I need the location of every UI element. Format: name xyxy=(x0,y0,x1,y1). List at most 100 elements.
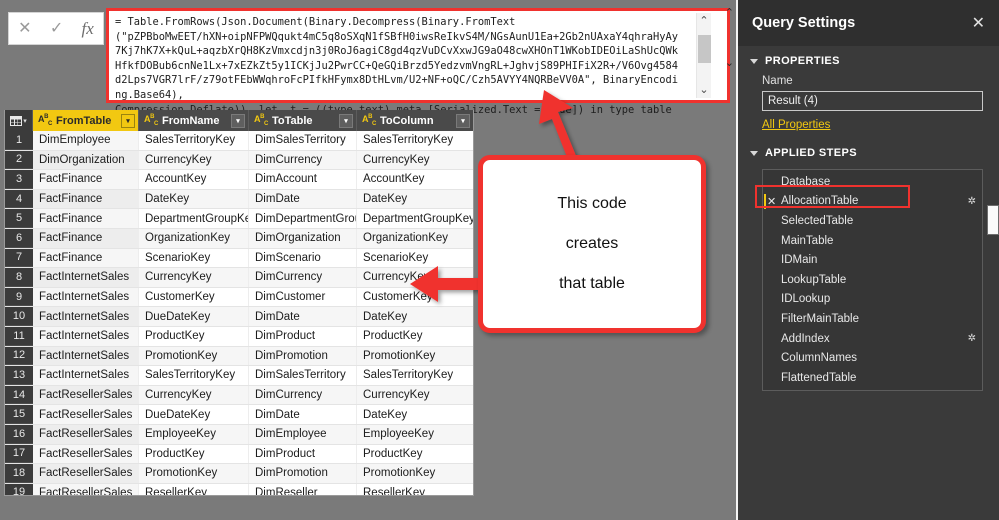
table-row[interactable]: 3 FactFinance AccountKey DimAccount AccountK… xyxy=(5,170,473,190)
row-number[interactable]: 15 xyxy=(5,405,33,424)
column-header-fromname[interactable]: ABC FromName ▾ xyxy=(139,110,249,131)
column-filter-button[interactable]: ▾ xyxy=(456,113,470,128)
cell-totable[interactable]: DimReseller xyxy=(249,483,357,495)
cell-fromtable[interactable]: FactResellerSales xyxy=(33,424,139,444)
table-row[interactable]: 9 FactInternetSales CustomerKey DimCustomer… xyxy=(5,287,473,308)
cell-totable[interactable]: DimDate xyxy=(249,405,357,424)
table-row[interactable]: 2 DimOrganization CurrencyKey DimCurrency Cu… xyxy=(5,150,473,171)
row-number[interactable]: 19 xyxy=(5,483,33,495)
applied-step-idlookup[interactable]: IDLookup xyxy=(763,290,982,310)
column-filter-button[interactable]: ▾ xyxy=(231,113,245,128)
table-row[interactable]: 19 FactResellerSales ResellerKey DimReselle… xyxy=(5,483,473,495)
scroll-up-icon[interactable]: ⌃ xyxy=(699,13,708,29)
column-header-fromtable[interactable]: ABC FromTable ▾ xyxy=(33,110,139,131)
row-number[interactable]: 7 xyxy=(5,248,33,268)
table-row[interactable]: 15 FactResellerSales DueDateKey DimDate Date… xyxy=(5,405,473,425)
cell-tocolumn[interactable]: PromotionKey xyxy=(357,464,473,483)
applied-step-idmain[interactable]: IDMain xyxy=(763,250,982,270)
cell-fromtable[interactable]: FactInternetSales xyxy=(33,287,139,307)
row-number[interactable]: 6 xyxy=(5,228,33,248)
cancel-icon[interactable]: ✕ xyxy=(18,20,31,37)
table-row[interactable]: 1 DimEmployee SalesTerritoryKey DimSalesTer… xyxy=(5,131,473,151)
cell-totable[interactable]: DimSalesTerritory xyxy=(249,131,357,150)
cell-tocolumn[interactable]: ProductKey xyxy=(357,445,473,464)
cell-tocolumn[interactable]: DateKey xyxy=(357,190,473,209)
cell-tocolumn[interactable]: DepartmentGroupKey xyxy=(357,209,473,228)
collapse-triangle-icon[interactable] xyxy=(750,150,758,156)
cell-fromtable[interactable]: FactFinance xyxy=(33,170,139,189)
cell-totable[interactable]: DimDepartmentGroup xyxy=(249,209,357,228)
cell-tocolumn[interactable]: EmployeeKey xyxy=(357,425,473,444)
table-row[interactable]: 13 FactInternetSales SalesTerritoryKey DimS… xyxy=(5,366,473,386)
cell-fromtable[interactable]: FactInternetSales xyxy=(33,307,139,326)
cell-tocolumn[interactable]: CurrencyKey xyxy=(357,268,473,287)
cell-totable[interactable]: DimAccount xyxy=(249,170,357,189)
cell-fromname[interactable]: DepartmentGroupKey xyxy=(139,209,249,228)
cell-tocolumn[interactable]: CurrencyKey xyxy=(357,386,473,405)
formula-expand-down-icon[interactable]: ⌄ xyxy=(725,56,734,69)
fx-icon[interactable]: fx xyxy=(82,20,94,37)
panel-scroll-indicator[interactable] xyxy=(987,205,999,235)
cell-fromtable[interactable]: FactInternetSales xyxy=(33,346,139,366)
cell-fromtable[interactable]: FactResellerSales xyxy=(33,385,139,405)
cell-fromtable[interactable]: FactResellerSales xyxy=(33,464,139,483)
cell-fromname[interactable]: OrganizationKey xyxy=(139,228,249,248)
cell-fromname[interactable]: PromotionKey xyxy=(139,346,249,366)
applied-step-addindex[interactable]: AddIndex ✲ xyxy=(763,329,982,349)
scrollbar-thumb[interactable] xyxy=(697,35,711,63)
query-name-input[interactable]: Result (4) xyxy=(762,91,983,111)
cell-fromtable[interactable]: FactFinance xyxy=(33,209,139,228)
cell-totable[interactable]: DimScenario xyxy=(249,248,357,268)
cell-tocolumn[interactable]: ScenarioKey xyxy=(357,249,473,268)
row-number[interactable]: 17 xyxy=(5,444,33,464)
cell-tocolumn[interactable]: ProductKey xyxy=(357,327,473,346)
cell-fromtable[interactable]: FactFinance xyxy=(33,228,139,248)
cell-fromname[interactable]: ProductKey xyxy=(139,444,249,464)
applied-step-lookuptable[interactable]: LookupTable xyxy=(763,270,982,290)
applied-step-allocationtable[interactable]: ✕ AllocationTable ✲ xyxy=(763,192,982,212)
cell-totable[interactable]: DimOrganization xyxy=(249,228,357,248)
cell-fromname[interactable]: ResellerKey xyxy=(139,483,249,495)
cell-totable[interactable]: DimCustomer xyxy=(249,287,357,307)
row-number[interactable]: 12 xyxy=(5,346,33,366)
row-number[interactable]: 13 xyxy=(5,366,33,385)
confirm-icon[interactable]: ✓ xyxy=(50,20,63,37)
row-number[interactable]: 18 xyxy=(5,464,33,483)
scroll-down-icon[interactable]: ⌄ xyxy=(699,82,708,98)
table-row[interactable]: 12 FactInternetSales PromotionKey DimPromot… xyxy=(5,346,473,367)
properties-section-header[interactable]: PROPERTIES xyxy=(738,46,999,72)
cell-tocolumn[interactable]: SalesTerritoryKey xyxy=(357,131,473,150)
cell-fromname[interactable]: SalesTerritoryKey xyxy=(139,366,249,385)
formula-text[interactable]: = Table.FromRows(Json.Document(Binary.De… xyxy=(115,15,683,117)
row-number[interactable]: 14 xyxy=(5,385,33,405)
cell-totable[interactable]: DimDate xyxy=(249,307,357,326)
row-number[interactable]: 3 xyxy=(5,170,33,189)
cell-tocolumn[interactable]: DateKey xyxy=(357,307,473,326)
cell-tocolumn[interactable]: ResellerKey xyxy=(357,484,473,495)
table-row[interactable]: 16 FactResellerSales EmployeeKey DimEmploye… xyxy=(5,424,473,445)
column-header-totable[interactable]: ABC ToTable ▾ xyxy=(249,110,357,131)
row-number[interactable]: 5 xyxy=(5,209,33,228)
table-row[interactable]: 8 FactInternetSales CurrencyKey DimCurrency… xyxy=(5,268,473,288)
table-row[interactable]: 18 FactResellerSales PromotionKey DimPromot… xyxy=(5,464,473,484)
cell-totable[interactable]: DimProduct xyxy=(249,326,357,346)
table-row[interactable]: 14 FactResellerSales CurrencyKey DimCurrenc… xyxy=(5,385,473,406)
row-number[interactable]: 2 xyxy=(5,150,33,170)
cell-fromname[interactable]: PromotionKey xyxy=(139,464,249,483)
cell-fromname[interactable]: SalesTerritoryKey xyxy=(139,131,249,150)
formula-scrollbar[interactable]: ⌃ ⌄ xyxy=(696,13,711,98)
cell-totable[interactable]: DimProduct xyxy=(249,444,357,464)
close-icon[interactable]: ✕ xyxy=(972,13,985,33)
cell-totable[interactable]: DimPromotion xyxy=(249,346,357,366)
row-number[interactable]: 9 xyxy=(5,287,33,307)
applied-step-database[interactable]: Database xyxy=(763,172,982,192)
cell-fromtable[interactable]: FactInternetSales xyxy=(33,268,139,287)
cell-tocolumn[interactable]: OrganizationKey xyxy=(357,229,473,248)
applied-step-flattenedtable[interactable]: FlattenedTable xyxy=(763,368,982,388)
applied-step-columnnames[interactable]: ColumnNames xyxy=(763,348,982,368)
column-header-tocolumn[interactable]: ABC ToColumn ▾ xyxy=(357,110,473,131)
row-number[interactable]: 10 xyxy=(5,307,33,326)
column-filter-button[interactable]: ▾ xyxy=(121,113,135,128)
cell-fromtable[interactable]: FactInternetSales xyxy=(33,366,139,385)
cell-totable[interactable]: DimEmployee xyxy=(249,424,357,444)
